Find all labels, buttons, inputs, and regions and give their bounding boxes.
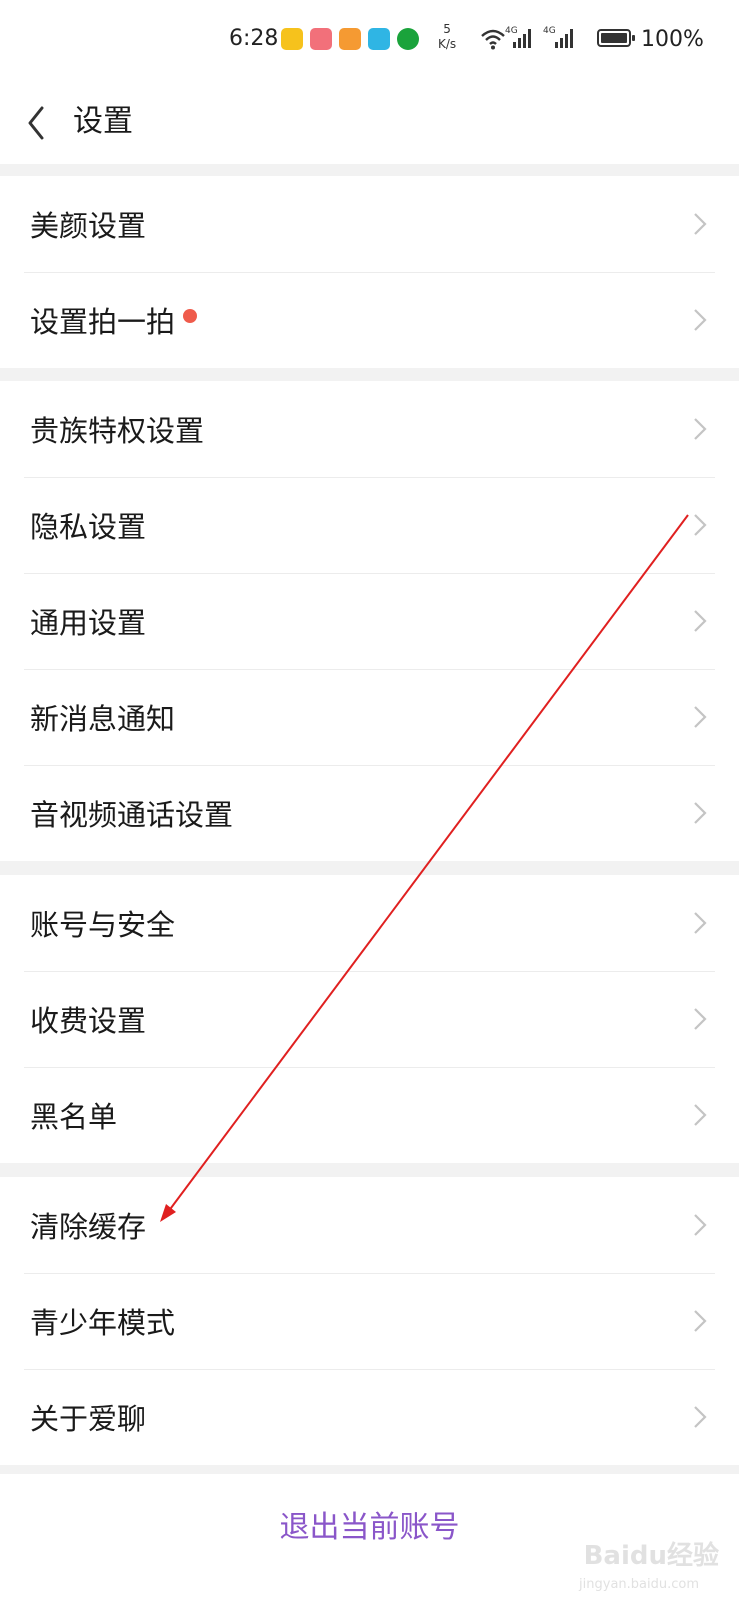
settings-item-blacklist[interactable]: 黑名单 xyxy=(0,1067,739,1163)
battery-percent: 100% xyxy=(641,27,704,52)
settings-item-label: 美颜设置 xyxy=(30,209,147,243)
settings-item-label: 青少年模式 xyxy=(30,1306,176,1340)
watermark-logo: Baidu经验 xyxy=(583,1541,719,1571)
settings-item-noble[interactable]: 贵族特权设置 xyxy=(0,381,739,477)
settings-item-teen-mode[interactable]: 青少年模式 xyxy=(0,1273,739,1369)
chevron-right-icon xyxy=(694,213,707,235)
network-speed-unit: K/s xyxy=(438,37,457,51)
settings-item-label: 音视频通话设置 xyxy=(30,798,234,832)
settings-item-label: 设置拍一拍 xyxy=(30,305,176,339)
signal-1-icon xyxy=(513,29,531,48)
settings-item-label: 关于爱聊 xyxy=(30,1402,147,1436)
watermark-url: jingyan.baidu.com xyxy=(579,1577,699,1592)
chevron-right-icon xyxy=(694,514,707,536)
settings-item-label: 黑名单 xyxy=(30,1100,118,1134)
battery-icon xyxy=(597,29,635,47)
chevron-right-icon xyxy=(694,1310,707,1332)
settings-item-general[interactable]: 通用设置 xyxy=(0,573,739,669)
settings-item-privacy[interactable]: 隐私设置 xyxy=(0,477,739,573)
page-title: 设置 xyxy=(73,104,133,139)
chevron-right-icon xyxy=(694,1008,707,1030)
chevron-right-icon xyxy=(694,1104,707,1126)
red-dot-icon xyxy=(183,309,198,323)
chevron-right-icon xyxy=(694,1406,707,1428)
chevron-right-icon xyxy=(694,309,707,331)
settings-item-label: 隐私设置 xyxy=(30,510,147,544)
settings-item-label: 通用设置 xyxy=(30,606,147,640)
network-speed: 5 K/s xyxy=(438,22,456,52)
chevron-right-icon xyxy=(694,706,707,728)
settings-item-account-security[interactable]: 账号与安全 xyxy=(0,875,739,971)
settings-item-label: 新消息通知 xyxy=(30,702,176,736)
settings-item-label: 清除缓存 xyxy=(30,1210,147,1244)
settings-group-4: 清除缓存 青少年模式 关于爱聊 xyxy=(0,1177,739,1465)
settings-item-av-call[interactable]: 音视频通话设置 xyxy=(0,765,739,861)
chevron-right-icon xyxy=(694,610,707,632)
settings-item-beauty[interactable]: 美颜设置 xyxy=(0,176,739,272)
settings-item-label: 账号与安全 xyxy=(30,908,176,942)
app-play-icon xyxy=(339,28,361,50)
back-arrow-icon[interactable] xyxy=(22,98,52,148)
signal-2-icon xyxy=(555,29,573,48)
app-7-icon xyxy=(281,28,303,50)
logout-button[interactable]: 退出当前账号 xyxy=(280,1502,460,1545)
wifi-icon xyxy=(481,29,505,50)
status-bar: 6:28 5 K/s 4G 4G 100% xyxy=(0,0,739,82)
settings-item-label: 收费设置 xyxy=(30,1004,147,1038)
settings-item-notifications[interactable]: 新消息通知 xyxy=(0,669,739,765)
chevron-right-icon xyxy=(694,1214,707,1236)
settings-item-about[interactable]: 关于爱聊 xyxy=(0,1369,739,1465)
settings-item-clear-cache[interactable]: 清除缓存 xyxy=(0,1177,739,1273)
app-bag-icon xyxy=(310,28,332,50)
app-circle-icon xyxy=(397,28,419,50)
settings-group-2: 贵族特权设置 隐私设置 通用设置 新消息通知 音视频通话设置 xyxy=(0,381,739,861)
settings-group-1: 美颜设置 设置拍一拍 xyxy=(0,176,739,368)
status-time: 6:28 xyxy=(229,26,279,51)
network-speed-value: 5 xyxy=(443,22,451,36)
chevron-right-icon xyxy=(694,418,707,440)
settings-item-pat[interactable]: 设置拍一拍 xyxy=(0,272,739,368)
settings-item-fees[interactable]: 收费设置 xyxy=(0,971,739,1067)
settings-item-label: 贵族特权设置 xyxy=(30,414,205,448)
settings-group-3: 账号与安全 收费设置 黑名单 xyxy=(0,875,739,1163)
app-book-icon xyxy=(368,28,390,50)
chevron-right-icon xyxy=(694,802,707,824)
chevron-right-icon xyxy=(694,912,707,934)
